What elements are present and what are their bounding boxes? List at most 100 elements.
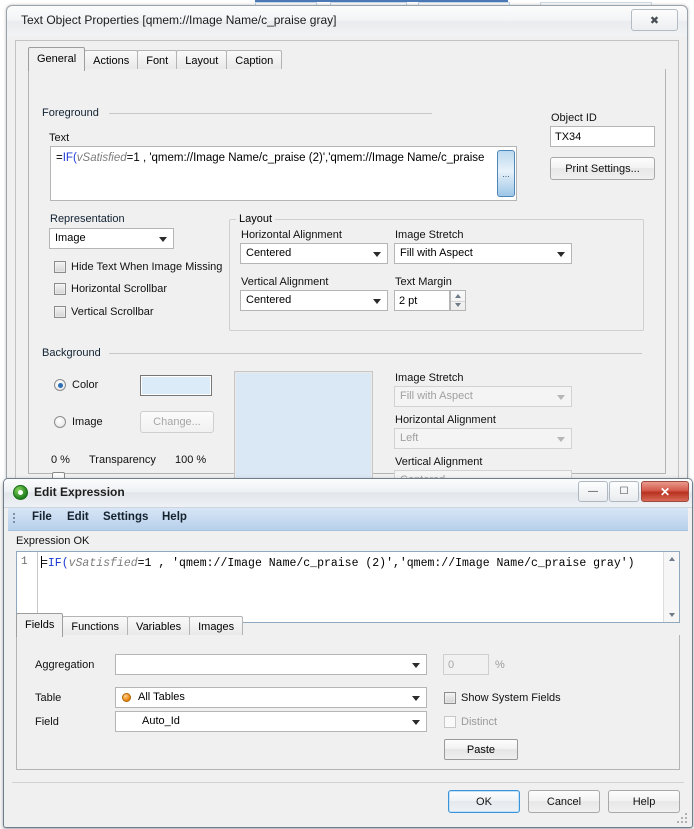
expression-tab-bar: Fields Functions Variables Images <box>16 613 244 637</box>
text-margin-label: Text Margin <box>395 276 452 288</box>
chevron-down-icon <box>159 236 167 242</box>
vertical-scrollbar-checkbox[interactable] <box>54 306 66 318</box>
show-system-fields-checkbox[interactable] <box>444 692 456 704</box>
window-titlebar[interactable]: Text Object Properties [qmem://Image Nam… <box>7 6 687 36</box>
table-combo[interactable]: All Tables <box>115 687 427 708</box>
tab-bar: General Actions Font Layout Caption <box>28 47 283 71</box>
tab-functions[interactable]: Functions <box>62 616 129 637</box>
cancel-button[interactable]: Cancel <box>528 790 600 813</box>
horizontal-scrollbar-checkbox[interactable] <box>54 283 66 295</box>
text-expression-content: =IF(vSatisfied=1 , 'qmem://Image Name/c_… <box>56 152 484 164</box>
line-number-gutter: 1 <box>17 552 38 622</box>
layout-horizontal-alignment-label: Horizontal Alignment <box>241 229 342 241</box>
edit-expression-window: Edit Expression — ☐ ✕ File Edit Settings… <box>3 478 693 828</box>
layout-image-stretch-combo[interactable]: Fill with Aspect <box>394 243 572 264</box>
tab-font[interactable]: Font <box>137 50 178 71</box>
foreground-group-rule <box>109 113 432 114</box>
tab-fields[interactable]: Fields <box>16 613 64 637</box>
minimize-icon[interactable]: — <box>578 481 608 502</box>
editor-scrollbar[interactable] <box>663 552 679 622</box>
layout-vertical-alignment-label: Vertical Alignment <box>241 276 329 288</box>
chevron-down-icon <box>412 662 420 668</box>
menu-settings[interactable]: Settings <box>103 511 148 523</box>
distinct-label: Distinct <box>461 716 498 728</box>
tab-layout[interactable]: Layout <box>176 50 228 71</box>
expr-rest: =1 , 'qmem://Image Name/c_praise (2)','q… <box>126 152 485 164</box>
tab-page-general: Foreground Text =IF(vSatisfied=1 , 'qmem… <box>28 69 666 507</box>
ok-button[interactable]: OK <box>448 790 520 813</box>
distinct-checkbox <box>444 716 456 728</box>
menu-file[interactable]: File <box>32 511 52 523</box>
transparency-max-label: 100 % <box>175 454 207 466</box>
expr-prefix: = <box>56 152 63 164</box>
close-icon[interactable]: ✖ <box>631 9 678 31</box>
maximize-icon[interactable]: ☐ <box>609 481 639 502</box>
background-group-label: Background <box>39 347 104 359</box>
tab-variables[interactable]: Variables <box>127 616 191 637</box>
background-image-radio[interactable] <box>54 416 66 428</box>
layout-horizontal-alignment-combo[interactable]: Centered <box>240 243 388 264</box>
layout-image-stretch-label: Image Stretch <box>395 229 464 241</box>
background-color-label: Color <box>72 379 99 391</box>
layout-vertical-alignment-combo[interactable]: Centered <box>240 290 388 311</box>
tab-caption[interactable]: Caption <box>226 50 283 71</box>
background-color-swatch[interactable] <box>140 375 212 396</box>
text-margin-stepper[interactable] <box>450 290 466 311</box>
hide-text-when-image-missing-checkbox[interactable] <box>54 261 66 273</box>
paste-button[interactable]: Paste <box>444 739 518 760</box>
all-tables-icon <box>122 693 131 702</box>
expression-code: =IF(vSatisfied=1 , 'qmem://Image Name/c_… <box>41 556 661 570</box>
text-field-label: Text <box>49 132 70 144</box>
tab-images[interactable]: Images <box>189 616 244 637</box>
tab-actions[interactable]: Actions <box>84 50 139 71</box>
text-margin-input[interactable]: 2 pt <box>394 290 450 311</box>
background-image-label: Image <box>72 416 103 428</box>
aggregation-combo[interactable] <box>115 654 427 675</box>
edit-expression-titlebar[interactable]: Edit Expression — ☐ ✕ <box>4 479 692 508</box>
object-id-label: Object ID <box>551 112 597 124</box>
footer-separator <box>12 782 684 783</box>
screen: Text Object Properties [qmem://Image Nam… <box>0 0 694 829</box>
stepper-down-icon[interactable] <box>451 301 465 311</box>
text-expression-box[interactable]: =IF(vSatisfied=1 , 'qmem://Image Name/c_… <box>50 146 517 201</box>
background-change-image-button: Change... <box>140 411 214 433</box>
hide-text-when-image-missing-label: Hide Text When Image Missing <box>71 261 223 273</box>
transparency-min-label: 0 % <box>51 454 70 466</box>
object-id-input[interactable]: TX34 <box>550 126 655 147</box>
chevron-down-icon <box>412 695 420 701</box>
background-horizontal-alignment-combo: Left <box>394 428 572 449</box>
scroll-up-icon[interactable] <box>664 552 679 566</box>
help-button[interactable]: Help <box>608 790 680 813</box>
expr-variable: vSatisfied <box>76 152 127 164</box>
table-label: Table <box>35 692 62 704</box>
menu-grip-icon[interactable] <box>13 513 16 525</box>
qlikview-q-icon <box>13 485 28 500</box>
open-expression-editor-button[interactable]: ... <box>497 150 515 197</box>
background-image-stretch-value: Fill with Aspect <box>400 390 473 402</box>
field-label: Field <box>35 716 59 728</box>
vertical-scrollbar-label: Vertical Scrollbar <box>71 306 154 318</box>
resize-grip-icon[interactable] <box>677 813 688 824</box>
foreground-group-label: Foreground <box>39 107 102 119</box>
menu-bar: File Edit Settings Help <box>8 508 688 531</box>
field-combo[interactable]: Auto_Id <box>115 711 427 732</box>
code-variable: vSatisfied <box>68 557 138 570</box>
print-settings-button[interactable]: Print Settings... <box>550 157 655 180</box>
menu-help[interactable]: Help <box>162 511 187 523</box>
horizontal-scrollbar-label: Horizontal Scrollbar <box>71 283 167 295</box>
layout-vertical-alignment-value: Centered <box>246 294 292 306</box>
background-horizontal-alignment-label: Horizontal Alignment <box>395 414 496 426</box>
chevron-down-icon <box>557 394 565 400</box>
close-icon[interactable]: ✕ <box>641 481 689 502</box>
chevron-down-icon <box>557 251 565 257</box>
line-number: 1 <box>21 556 28 568</box>
representation-combo[interactable]: Image <box>49 228 174 249</box>
expr-func: IF( <box>62 152 77 164</box>
tab-general[interactable]: General <box>28 47 86 71</box>
menu-edit[interactable]: Edit <box>67 511 89 523</box>
code-func: IF( <box>47 557 69 570</box>
show-system-fields-label: Show System Fields <box>461 692 561 704</box>
scroll-down-icon[interactable] <box>664 608 679 622</box>
background-horizontal-alignment-value: Left <box>400 432 419 444</box>
background-color-radio[interactable] <box>54 379 66 391</box>
